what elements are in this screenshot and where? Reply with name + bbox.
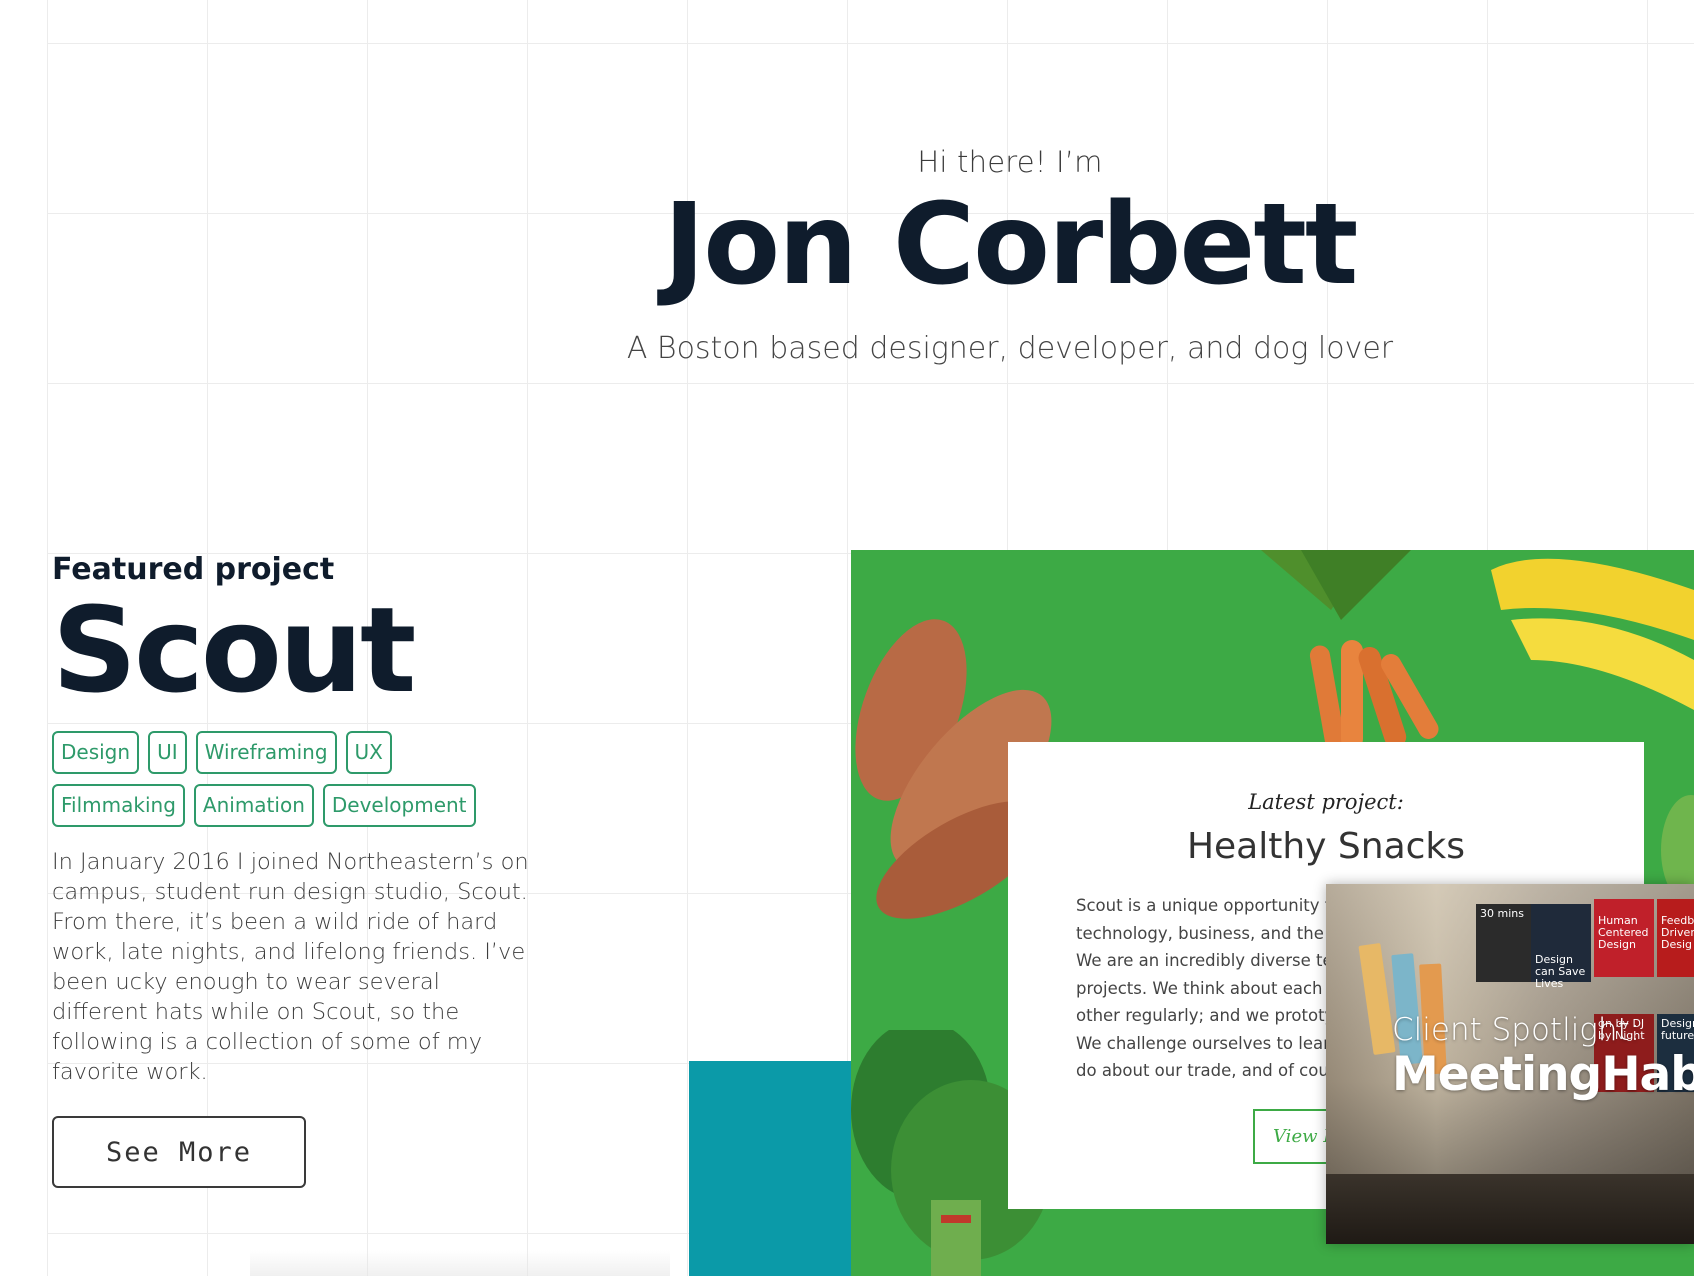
teal-accent-block	[689, 1061, 851, 1276]
card-body-line: projects. We think about each pro	[1076, 978, 1336, 998]
tag-design: Design	[52, 731, 140, 774]
poster: Design can Save Lives	[1531, 904, 1591, 990]
tag-filmmaking: Filmmaking	[52, 784, 185, 827]
card-body-line: We challenge ourselves to learn a	[1076, 1033, 1336, 1053]
hero-tagline: A Boston based designer, developer, and …	[626, 331, 1394, 366]
tag-animation: Animation	[193, 784, 314, 827]
client-spotlight-image: 30 mins Design can Save Lives Human Cent…	[1326, 884, 1694, 1244]
project-showcase-image[interactable]: Latest project: Healthy Snacks Scout is …	[851, 550, 1694, 1276]
card-title: Healthy Snacks	[1186, 826, 1466, 867]
tag-list: Design UI Wireframing UX Filmmaking Anim…	[52, 731, 532, 827]
tag-ux: UX	[345, 731, 392, 774]
card-body-line: do about our trade, and of cours	[1076, 1061, 1336, 1080]
project-description: In January 2016 I joined Northeastern’s …	[52, 849, 529, 1085]
spotlight-label: Client Spotlight:	[1392, 1012, 1641, 1048]
tag-ui: UI	[148, 731, 187, 774]
hero: Hi there! I’m Jon Corbett A Boston based…	[600, 145, 1420, 366]
banana-image	[1491, 558, 1694, 710]
poster: Feedb Driven Desig	[1657, 899, 1694, 977]
card-body-line: Scout is a unique opportunity to le	[1076, 896, 1336, 915]
hero-name: Jon Corbett	[663, 180, 1359, 310]
card-body: Scout is a unique opportunity to le tech…	[1076, 892, 1336, 1092]
bottom-fade	[250, 1250, 670, 1276]
project-title: Scout	[52, 581, 416, 719]
see-more-button[interactable]: See More	[52, 1116, 306, 1188]
featured-project: Featured project Scout Design UI Wirefra…	[52, 552, 542, 1087]
poster: Human Centered Design	[1594, 899, 1654, 977]
carrots-image	[1261, 550, 1439, 750]
tag-development: Development	[322, 784, 476, 827]
poster: 30 mins	[1476, 904, 1536, 982]
spotlight-title: MeetingHabi	[1392, 1047, 1694, 1102]
card-body-line: other regularly; and we prototype	[1076, 1006, 1336, 1025]
card-body-line: We are an incredibly diverse team	[1076, 951, 1336, 970]
hero-greeting: Hi there! I’m	[917, 145, 1103, 179]
card-body-line: technology, business, and the soc	[1076, 923, 1336, 943]
card-kicker: Latest project:	[1248, 790, 1404, 814]
tag-wireframing: Wireframing	[195, 731, 337, 774]
desk-surface	[1326, 1174, 1694, 1244]
